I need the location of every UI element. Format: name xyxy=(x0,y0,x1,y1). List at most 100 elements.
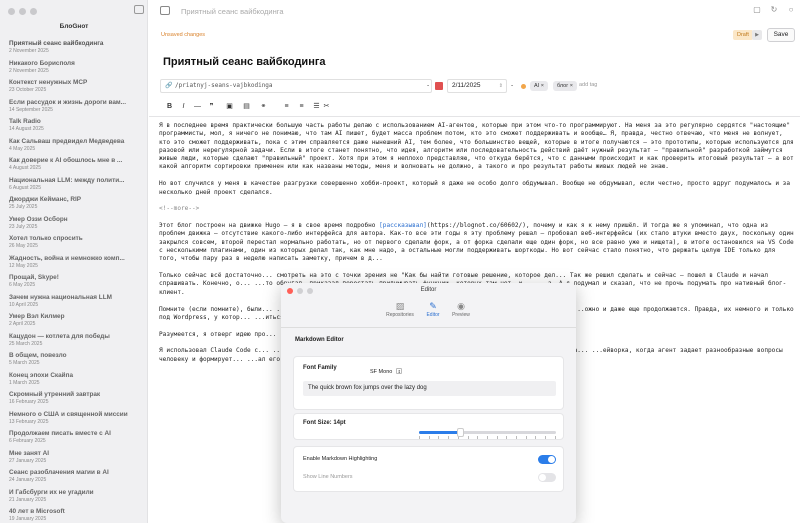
post-title[interactable]: Приятный сеанс вайбкодинга xyxy=(163,56,326,68)
line-numbers-label: Show Line Numbers xyxy=(303,474,353,480)
post-title-label: Talk Radio xyxy=(9,118,41,125)
post-title-label: Скромный утренний завтрак xyxy=(9,391,101,398)
post-date-label: 16 February 2025 xyxy=(9,399,49,405)
zoom-window-button[interactable] xyxy=(30,8,37,15)
calendar-icon xyxy=(435,82,443,90)
sidebar-post-item[interactable]: Контекст ненужных MCP 23 October 2025 xyxy=(9,78,143,98)
sidebar-post-item[interactable]: Зачем нужна национальная LLM 10 April 202… xyxy=(9,293,143,313)
font-preview: The quick brown fox jumps over the lazy … xyxy=(303,381,556,396)
formatting-toolbar: B I ― ❞ ▣ ▤ ⚭ ≡ ≡ ☰ ✂ xyxy=(149,100,800,113)
font-size-slider[interactable] xyxy=(419,431,556,434)
sidebar-post-item[interactable]: И Габсбурги их не угадили 21 January 2025 xyxy=(9,488,143,508)
sidebar-post-item[interactable]: Если рассудок и жизнь дороги вам... 14 Se… xyxy=(9,98,143,118)
highlighting-card: Enable Markdown Highlighting Show Line N… xyxy=(293,446,564,492)
sidebar-post-item[interactable]: Приятный сеанс вайбкодинга 2 November 202… xyxy=(9,39,143,59)
post-title-label: В общем, повезло xyxy=(9,352,67,359)
post-title-label: Сеанс разоблачения магии в AI xyxy=(9,469,109,476)
strikethrough-icon[interactable]: ― xyxy=(192,101,203,112)
image-icon[interactable]: ▣ xyxy=(224,101,235,112)
line-numbers-toggle[interactable] xyxy=(538,473,556,482)
post-title-label: Умер Оззи Осборн xyxy=(9,215,68,223)
post-title-label: Зачем нужна национальная LLM xyxy=(9,293,112,301)
slider-knob[interactable] xyxy=(457,428,465,437)
toggle-knob xyxy=(539,474,546,481)
sidebar-icon[interactable] xyxy=(160,6,170,15)
tag-chip-ai[interactable]: AI × xyxy=(530,81,548,91)
sidebar-post-item[interactable]: Хотел только спросить 26 May 2025 xyxy=(9,234,143,254)
slug-value: /priatnyj-seans-vajbkodinga xyxy=(175,82,273,89)
more-marker: <!--more--> xyxy=(159,205,200,213)
post-title-label: Немного о США и священной миссии xyxy=(9,410,128,418)
new-document-icon[interactable]: ▢ xyxy=(752,5,762,15)
post-title-label: Если рассудок и жизнь дороги вам... xyxy=(9,98,126,106)
slug-field[interactable]: 🔗 /priatnyj-seans-vajbkodinga xyxy=(160,79,432,93)
settings-icon[interactable]: ○ xyxy=(786,5,796,15)
date-field[interactable]: 2/11/2025 ⇕ xyxy=(447,79,507,93)
sidebar-post-item[interactable]: Умер Вэл Килмер 2 April 2025 xyxy=(9,312,143,332)
text-run: Этот блог построен на движке Hugo — я в … xyxy=(159,222,380,230)
post-date-label: 5 March 2025 xyxy=(9,360,40,366)
sidebar-post-item[interactable]: Мне занят AI 27 January 2025 xyxy=(9,449,143,469)
sidebar-post-item[interactable]: Конец эпохи Скайпа 1 March 2025 xyxy=(9,371,143,391)
sidebar-post-item[interactable]: Умер Оззи Осборн 23 July 2025 xyxy=(9,215,143,235)
separator-dash: - xyxy=(427,82,430,89)
sidebar-post-item[interactable]: Кацудон — котлета для победы 25 March 202… xyxy=(9,332,143,352)
post-title-label: Контекст ненужных MCP xyxy=(9,79,88,86)
post-title-label: Кацудон — котлета для победы xyxy=(9,332,110,340)
sidebar-post-item[interactable]: Продолжаем писать вместе с AI 6 February … xyxy=(9,429,143,449)
publish-icon[interactable]: ↻ xyxy=(769,5,779,15)
link-insert-icon[interactable]: ⚭ xyxy=(258,101,269,112)
numbered-list-icon[interactable]: ≡ xyxy=(296,101,307,112)
chevron-updown-icon: ⇕ xyxy=(396,368,403,374)
sidebar-post-item[interactable]: Как доверие к AI обошлось мне в ... 4 Aug… xyxy=(9,156,143,176)
post-date-label: 26 May 2025 xyxy=(9,243,38,249)
sidebar-post-item[interactable]: В общем, повезло 5 March 2025 xyxy=(9,351,143,371)
close-window-button[interactable] xyxy=(8,8,15,15)
paragraph: Но вот случился у меня в качестве разгру… xyxy=(159,180,791,196)
post-date-label: 21 January 2025 xyxy=(9,496,47,503)
highlighting-toggle[interactable] xyxy=(538,455,556,464)
eye-icon: ◉ xyxy=(457,301,465,311)
sidebar-toggle-icon[interactable] xyxy=(134,5,144,14)
post-date-label: 25 March 2025 xyxy=(9,340,43,347)
stepper-icon[interactable]: ⇕ xyxy=(499,80,503,92)
scissors-icon[interactable]: ✂ xyxy=(321,101,332,112)
sidebar-post-item[interactable]: Джорджи Кейманс, RIP 25 July 2025 xyxy=(9,195,143,215)
post-title-label: И Габсбурги их не угадили xyxy=(9,488,94,496)
sidebar-post-item[interactable]: Как Сальваш предвидел Медведева 4 May 202… xyxy=(9,137,143,157)
preview-play-button[interactable]: ▶ xyxy=(752,30,762,40)
sidebar-post-item[interactable]: Прощай, Skype! 6 May 2025 xyxy=(9,273,143,293)
sidebar-post-item[interactable]: Национальная LLM: между полити... 6 Augus… xyxy=(9,176,143,196)
inline-link[interactable]: [рассказывал] xyxy=(379,222,427,229)
italic-icon[interactable]: I xyxy=(178,101,189,112)
add-tag-input[interactable]: add tag xyxy=(579,82,597,88)
sidebar-title: БлоGнот xyxy=(59,23,89,30)
bold-icon[interactable]: B xyxy=(164,101,175,112)
sidebar-post-item[interactable]: Сеанс разоблачения магии в AI 24 January … xyxy=(9,468,143,488)
post-title-label: Продолжаем писать вместе с AI xyxy=(9,430,111,437)
sidebar-post-item[interactable]: Никакого Борисполя 2 November 2025 xyxy=(9,59,143,79)
sidebar-post-item[interactable]: Немного о США и священной миссии 13 Febru… xyxy=(9,410,143,430)
post-title-label: Никакого Борисполя xyxy=(9,59,75,67)
sidebar-post-item[interactable]: Talk Radio 14 August 2025 xyxy=(9,117,143,137)
quote-icon[interactable]: ❞ xyxy=(206,101,217,112)
toggle-knob xyxy=(548,456,555,463)
bullet-list-icon[interactable]: ≡ xyxy=(281,101,292,112)
post-date-label: 4 May 2025 xyxy=(9,145,36,152)
post-title-label: Конец эпохи Скайпа xyxy=(9,371,74,379)
font-family-select[interactable]: SF Mono ⇕ xyxy=(370,368,403,375)
section-title: Markdown Editor xyxy=(295,337,344,343)
sidebar-post-item[interactable]: 40 лет в Microsoft 19 January 2025 xyxy=(9,507,143,523)
tag-chip-blog[interactable]: блог × xyxy=(553,81,577,91)
minimize-window-button[interactable] xyxy=(19,8,26,15)
sidebar-post-item[interactable]: Скромный утренний завтрак 16 February 202… xyxy=(9,390,143,410)
toolbar: Приятный сеанс вайбкодинга ▢ ↻ ○ xyxy=(149,0,800,23)
code-block-icon[interactable]: ▤ xyxy=(241,101,252,112)
slider-ticks xyxy=(419,436,556,439)
save-button[interactable]: Save xyxy=(767,28,795,42)
post-title-label: Мне занят AI xyxy=(9,449,50,457)
font-size-card: Font Size: 14pt xyxy=(293,413,564,440)
sidebar-post-item[interactable]: Жадность, война и немножко комп... 12 May… xyxy=(9,254,143,274)
tab-preview[interactable]: ◉ Preview xyxy=(441,301,481,318)
post-date-label: 2 November 2025 xyxy=(9,67,49,74)
